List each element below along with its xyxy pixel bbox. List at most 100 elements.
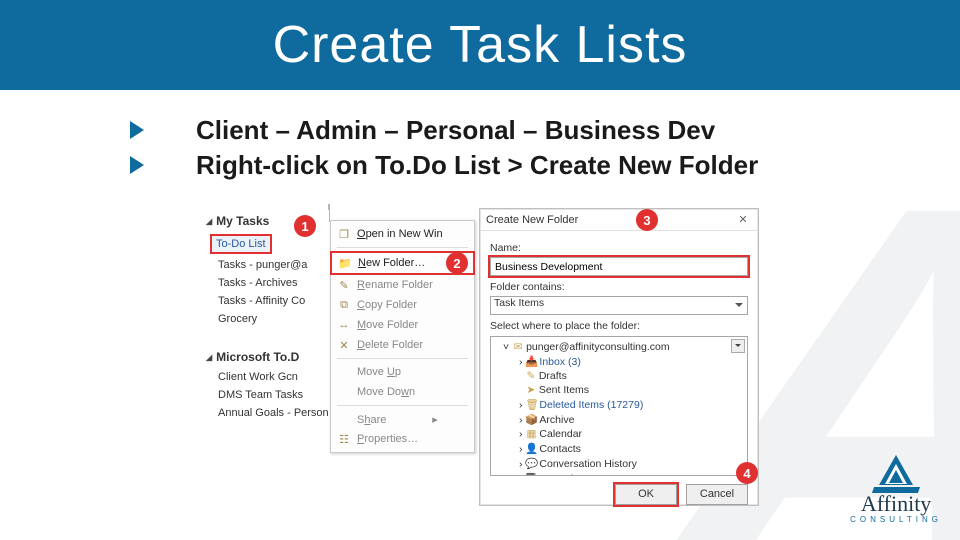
menu-label: Move Down bbox=[357, 386, 415, 398]
ok-button[interactable]: OK bbox=[615, 484, 677, 505]
calendar-icon: ▦ bbox=[525, 428, 537, 440]
down-icon bbox=[337, 385, 351, 399]
cancel-button[interactable]: Cancel bbox=[686, 484, 748, 505]
menu-label: OOpen in New Winpen in New Win bbox=[357, 228, 443, 240]
inbox-icon: 📥 bbox=[525, 355, 537, 368]
tree-calendar[interactable]: › ▦Calendar bbox=[495, 427, 743, 441]
properties-icon: ☷ bbox=[337, 432, 351, 446]
task-item[interactable]: Annual Goals - Personal & Professional bbox=[204, 404, 329, 422]
trash-icon: 🗑 bbox=[525, 398, 537, 411]
menu-label: Move Folder bbox=[357, 319, 418, 331]
folder-plus-icon: 📁 bbox=[338, 256, 352, 270]
my-tasks-pane: My Tasks To-Do List Tasks - punger@a Tas… bbox=[204, 210, 329, 500]
bullet-1: Client – Admin – Personal – Business Dev bbox=[130, 115, 758, 146]
logo-text: Affinity bbox=[861, 491, 931, 517]
tree-deleted[interactable]: › 🗑Deleted Items (17279) bbox=[495, 397, 743, 412]
menu-delete-folder[interactable]: ✕ Delete Folder bbox=[331, 335, 474, 355]
menu-move-up[interactable]: Move Up bbox=[331, 362, 474, 382]
mail-icon: ✉ bbox=[512, 341, 524, 353]
step-badge-3: 3 bbox=[636, 209, 658, 231]
task-item[interactable]: DMS Team Tasks bbox=[204, 386, 329, 404]
select-location-label: Select where to place the folder: bbox=[490, 320, 748, 332]
name-label: Name: bbox=[490, 242, 748, 254]
tree-account-label: punger@affinityconsulting.com bbox=[526, 341, 670, 353]
menu-label: Copy Folder bbox=[357, 299, 417, 311]
journal-icon: 📓 bbox=[525, 472, 537, 476]
contacts-icon: 👤 bbox=[525, 442, 537, 455]
tree-label: Inbox bbox=[539, 356, 565, 368]
menu-label: Rename Folder bbox=[357, 279, 433, 291]
rename-icon: ✎ bbox=[337, 278, 351, 292]
archive-icon: 📦 bbox=[525, 413, 537, 426]
tree-conv-history[interactable]: › 💬Conversation History bbox=[495, 456, 743, 471]
history-icon: 💬 bbox=[525, 457, 537, 470]
menu-label: Share ▸ bbox=[357, 413, 438, 426]
menu-separator bbox=[337, 358, 468, 359]
create-new-folder-dialog: Create New Folder ✕ Name: Folder contain… bbox=[479, 208, 759, 506]
menu-move-folder[interactable]: ↔ Move Folder bbox=[331, 315, 474, 335]
step-badge-4: 4 bbox=[736, 462, 758, 484]
drafts-icon: ✎ bbox=[525, 370, 537, 382]
tree-label: Sent Items bbox=[539, 384, 589, 396]
tree-label: Contacts bbox=[539, 443, 580, 455]
copy-icon: ⧉ bbox=[337, 298, 351, 312]
menu-move-down[interactable]: Move Down bbox=[331, 382, 474, 402]
slide-title: Create Task Lists bbox=[273, 15, 688, 75]
menu-rename-folder[interactable]: ✎ Rename Folder bbox=[331, 275, 474, 295]
menu-copy-folder[interactable]: ⧉ Copy Folder bbox=[331, 295, 474, 315]
menu-label: Move Up bbox=[357, 366, 401, 378]
tree-account-row[interactable]: ˅ ✉punger@affinityconsulting.com bbox=[495, 340, 743, 354]
tree-scroll-button[interactable] bbox=[731, 339, 745, 353]
bullet-list: Client – Admin – Personal – Business Dev… bbox=[130, 115, 758, 185]
menu-open-new-window[interactable]: ❐ OOpen in New Winpen in New Win bbox=[331, 224, 474, 244]
task-item[interactable]: Tasks - Affinity Co bbox=[204, 292, 329, 310]
tree-label: Archive bbox=[539, 414, 574, 426]
dialog-title: Create New Folder bbox=[486, 214, 578, 226]
tree-label: Drafts bbox=[539, 370, 567, 382]
bullet-1-text: Client – Admin – Personal – Business Dev bbox=[196, 115, 715, 146]
folder-contains-select[interactable]: Task Items bbox=[490, 296, 748, 315]
count-label: (17279) bbox=[607, 399, 643, 411]
tree-drafts[interactable]: ✎Drafts bbox=[495, 369, 743, 383]
todo-list-item[interactable]: To-Do List bbox=[210, 234, 272, 254]
menu-label: New Folder… bbox=[358, 257, 425, 269]
menu-share[interactable]: Share ▸ bbox=[331, 409, 474, 429]
logo-subtext: CONSULTING bbox=[850, 515, 942, 524]
affinity-mark-icon bbox=[871, 453, 921, 493]
step-badge-2: 2 bbox=[446, 252, 468, 274]
tree-sent[interactable]: ➤Sent Items bbox=[495, 383, 743, 397]
tree-inbox[interactable]: › 📥Inbox (3) bbox=[495, 354, 743, 369]
close-icon[interactable]: ✕ bbox=[734, 211, 752, 229]
folder-name-input[interactable] bbox=[490, 257, 748, 276]
menu-properties[interactable]: ☷ Properties… bbox=[331, 429, 474, 449]
up-icon bbox=[337, 365, 351, 379]
move-icon: ↔ bbox=[337, 318, 351, 332]
tree-journal[interactable]: 📓Journal bbox=[495, 471, 743, 476]
task-item[interactable]: Tasks - punger@a bbox=[204, 256, 329, 274]
bullet-2-text: Right-click on To.Do List > Create New F… bbox=[196, 150, 758, 181]
count-label: (3) bbox=[568, 356, 581, 368]
folder-contains-label: Folder contains: bbox=[490, 281, 748, 293]
step-badge-1: 1 bbox=[294, 215, 316, 237]
bullet-2: Right-click on To.Do List > Create New F… bbox=[130, 150, 758, 181]
tree-label: Calendar bbox=[539, 428, 582, 440]
tree-label: Deleted Items bbox=[539, 399, 604, 411]
menu-separator bbox=[337, 247, 468, 248]
screenshot-composite: 1 2 3 4 ➤ My Tasks To-Do List Tasks - pu… bbox=[204, 210, 764, 510]
folder-tree[interactable]: ˅ ✉punger@affinityconsulting.com › 📥Inbo… bbox=[490, 336, 748, 476]
sent-icon: ➤ bbox=[525, 384, 537, 396]
window-icon: ❐ bbox=[337, 227, 351, 241]
task-item[interactable]: Tasks - Archives bbox=[204, 274, 329, 292]
affinity-logo: Affinity CONSULTING bbox=[850, 453, 942, 524]
menu-label: Properties… bbox=[357, 433, 418, 445]
dialog-button-row: OK Cancel bbox=[490, 484, 748, 505]
triangle-bullet-icon bbox=[130, 121, 144, 139]
share-icon bbox=[337, 412, 351, 426]
task-item[interactable]: Grocery bbox=[204, 310, 329, 328]
menu-label: Delete Folder bbox=[357, 339, 423, 351]
task-item[interactable]: Client Work Gcn bbox=[204, 368, 329, 386]
ms-todo-header[interactable]: Microsoft To.D bbox=[204, 346, 329, 368]
delete-icon: ✕ bbox=[337, 338, 351, 352]
tree-contacts[interactable]: › 👤Contacts bbox=[495, 441, 743, 456]
tree-archive[interactable]: › 📦Archive bbox=[495, 412, 743, 427]
